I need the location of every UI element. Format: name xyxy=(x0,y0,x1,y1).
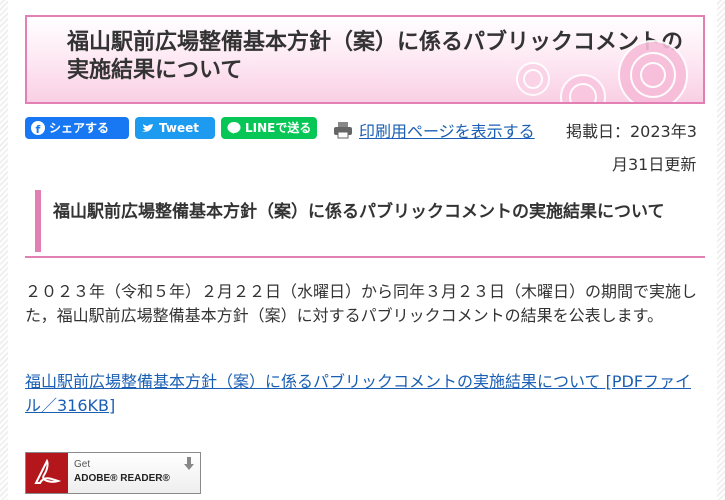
left-border-stripe xyxy=(0,0,8,500)
line-share-button[interactable]: LINEで送る xyxy=(221,117,317,139)
svg-text:f: f xyxy=(36,123,41,135)
heading-accent-bar xyxy=(35,190,41,252)
body-paragraph: ２０２３年（令和５年）２月２２日（水曜日）から同年３月２３日（木曜日）の期間で実… xyxy=(25,282,698,325)
adobe-reader-button[interactable]: Get ADOBE® READER® xyxy=(25,452,201,494)
adobe-reader-text: ADOBE® READER® xyxy=(74,473,170,484)
line-icon xyxy=(227,122,241,134)
section-heading: 福山駅前広場整備基本方針（案）に係るパブリックコメントの実施結果について xyxy=(53,202,665,222)
facebook-share-button[interactable]: f シェアする xyxy=(25,117,129,139)
download-arrow-icon xyxy=(184,457,194,470)
pdf-attachment-link[interactable]: 福山駅前広場整備基本方針（案）に係るパブリックコメントの実施結果について [PD… xyxy=(25,370,705,418)
adobe-pdf-icon xyxy=(26,453,68,493)
right-border-stripe xyxy=(717,0,725,500)
updated-date: 月31日更新 xyxy=(612,155,697,174)
title-banner: 福山駅前広場整備基本方針（案）に係るパブリックコメントの実施結果について xyxy=(25,15,705,104)
print-page-link[interactable]: 印刷用ページを表示する xyxy=(333,118,535,142)
twitter-bird-icon xyxy=(142,124,153,132)
tweet-button[interactable]: Tweet xyxy=(135,117,215,139)
facebook-share-label: シェアする xyxy=(49,121,110,135)
posted-date: 掲載日：2023年3 xyxy=(566,122,697,141)
line-share-label: LINEで送る xyxy=(245,121,312,135)
tweet-label: Tweet xyxy=(159,121,199,135)
section-heading-box: 福山駅前広場整備基本方針（案）に係るパブリックコメントの実施結果について xyxy=(25,190,705,258)
adobe-get-text: Get xyxy=(74,459,91,470)
rose-decoration-icon xyxy=(516,40,688,102)
facebook-icon: f xyxy=(31,121,45,135)
